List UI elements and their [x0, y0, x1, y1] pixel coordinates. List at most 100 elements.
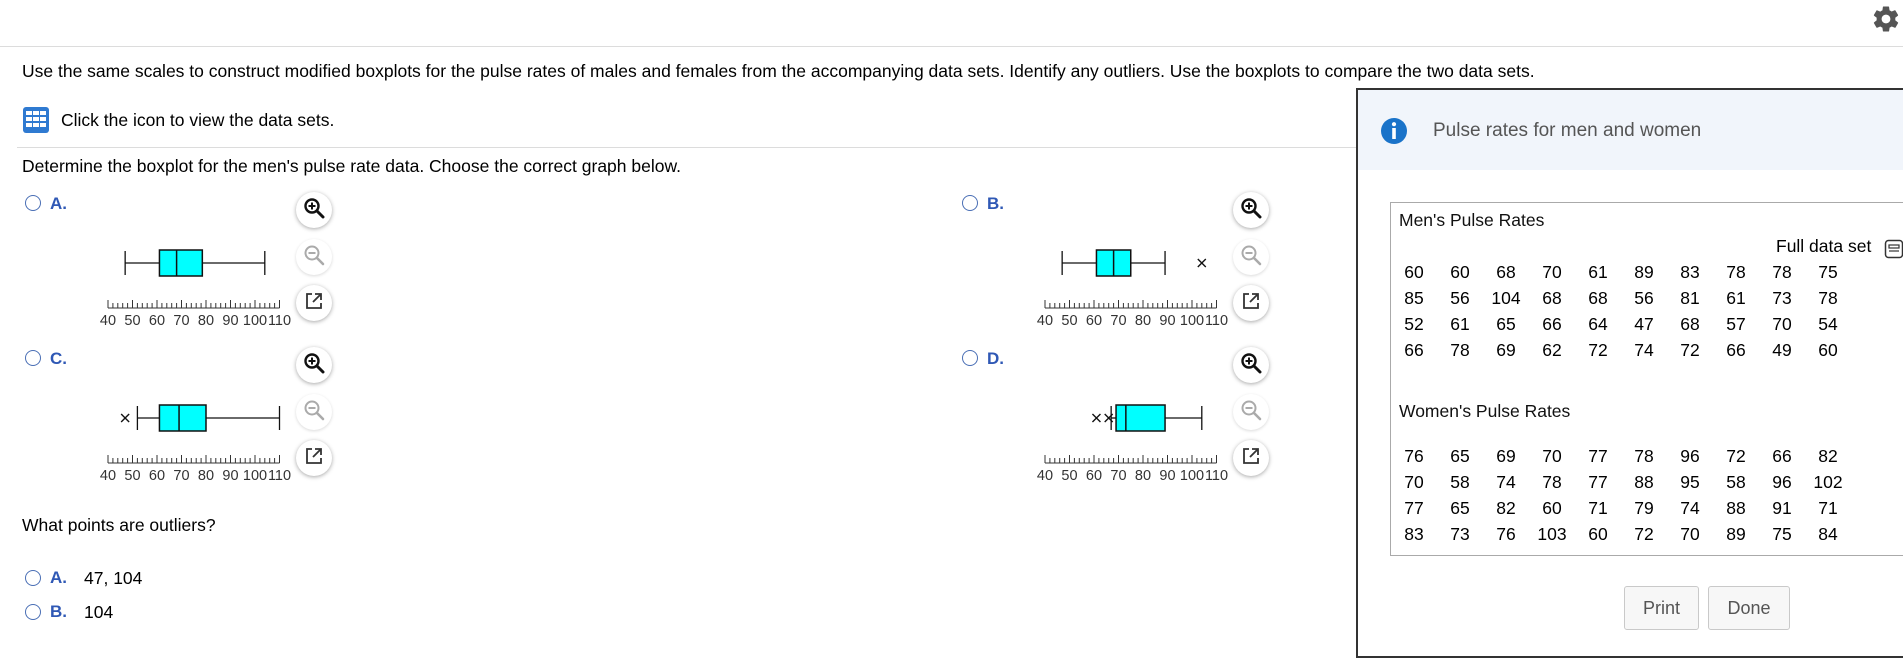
data-cell: 72 [1680, 340, 1700, 360]
info-icon [1381, 118, 1407, 144]
option-a-popout-button[interactable] [296, 285, 332, 321]
data-popup: Pulse rates for men and women Men's Puls… [1356, 88, 1903, 658]
option-c-popout-button[interactable] [296, 440, 332, 476]
answer-a-radio[interactable] [25, 570, 41, 586]
men-table-title: Men's Pulse Rates [1399, 210, 1545, 230]
boxplot-box [158, 404, 207, 432]
option-a-label[interactable]: A. [50, 194, 67, 214]
data-cell: 56 [1450, 288, 1470, 308]
data-cell: 61 [1588, 262, 1608, 282]
option-a-radio[interactable] [25, 195, 41, 211]
tick-label: 50 [124, 313, 140, 329]
data-cell: 65 [1450, 446, 1470, 466]
data-cell: 47 [1634, 314, 1654, 334]
zoom-out-icon [304, 245, 325, 265]
data-cell: 81 [1680, 288, 1700, 308]
option-d-popout-button[interactable] [1233, 440, 1269, 476]
tick-label: 80 [198, 468, 214, 484]
tick-label: 100 [243, 468, 267, 484]
data-cell: 64 [1588, 314, 1608, 334]
data-link-line: Click the icon to view the data sets. [22, 106, 334, 134]
tick-label: 50 [1061, 313, 1077, 329]
answer-b-value[interactable]: 104 [84, 602, 113, 623]
women-data-row: 77 65 82 60 71 79 74 88 91 71 [1391, 498, 1851, 519]
option-c-zoom-in-button[interactable] [296, 347, 332, 383]
data-link-text[interactable]: Click the icon to view the data sets. [61, 110, 334, 131]
gear-icon[interactable] [1871, 4, 1901, 34]
popout-icon [306, 447, 322, 464]
data-table-icon[interactable] [22, 106, 50, 134]
option-a-zoom-out-button[interactable] [296, 239, 332, 275]
data-cell: 83 [1404, 524, 1424, 544]
option-a-zoom-in-button[interactable] [296, 192, 332, 228]
option-d-label[interactable]: D. [987, 349, 1004, 369]
women-data-row: 76 65 69 70 77 78 96 72 66 82 [1391, 446, 1851, 467]
option-d-zoom-out-button[interactable] [1233, 394, 1269, 430]
tick-label: 70 [1110, 313, 1126, 329]
data-cell: 82 [1496, 498, 1516, 518]
data-cell: 70 [1542, 446, 1562, 466]
popup-header: Pulse rates for men and women [1358, 90, 1903, 170]
tick-label: 90 [222, 468, 238, 484]
data-cell: 73 [1772, 288, 1792, 308]
option-b-zoom-in-button[interactable] [1233, 192, 1269, 228]
outlier-marker [1197, 258, 1207, 268]
done-button[interactable]: Done [1708, 586, 1790, 630]
data-cell: 78 [1818, 288, 1838, 308]
men-data-row: 60 60 68 70 61 89 83 78 78 75 [1391, 262, 1851, 283]
data-cell: 56 [1634, 288, 1654, 308]
option-c-label[interactable]: C. [50, 349, 67, 369]
answer-a-label[interactable]: A. [50, 568, 67, 588]
option-d-radio[interactable] [962, 350, 978, 366]
data-cell: 52 [1404, 314, 1424, 334]
data-cell: 70 [1542, 262, 1562, 282]
tick-label: 90 [1159, 313, 1175, 329]
option-c-zoom-out-button[interactable] [296, 394, 332, 430]
outlier-question: What points are outliers? [22, 515, 216, 535]
answer-b-radio[interactable] [25, 604, 41, 620]
top-bar [0, 0, 1903, 47]
data-cell: 60 [1404, 262, 1424, 282]
data-cell: 84 [1818, 524, 1838, 544]
data-cell: 68 [1542, 288, 1562, 308]
data-cell: 73 [1450, 524, 1470, 544]
zoom-in-icon [1241, 352, 1262, 373]
option-b-zoom-out-button[interactable] [1233, 239, 1269, 275]
print-button[interactable]: Print [1624, 586, 1699, 630]
data-cell: 78 [1450, 340, 1470, 360]
data-cell: 66 [1542, 314, 1562, 334]
data-cell: 60 [1542, 498, 1562, 518]
option-b-label[interactable]: B. [987, 194, 1004, 214]
tick-label: 80 [1135, 313, 1151, 329]
option-c-radio[interactable] [25, 350, 41, 366]
answer-a-value[interactable]: 47, 104 [84, 568, 142, 589]
question-text: Determine the boxplot for the men's puls… [22, 156, 681, 176]
full-data-set-icon[interactable] [1884, 239, 1903, 259]
tick-label: 100 [243, 313, 267, 329]
boxplot-box [1115, 404, 1166, 432]
option-d-boxplot: 40 50 60 70 80 90 100 110 [1037, 404, 1228, 484]
data-cell: 104 [1491, 288, 1521, 308]
data-cell: 72 [1726, 446, 1746, 466]
full-data-set-link[interactable]: Full data set [1776, 236, 1871, 257]
tick-label: 40 [1037, 468, 1053, 484]
data-cell: 58 [1726, 472, 1746, 492]
tick-label: 50 [124, 468, 140, 484]
outlier-marker [1091, 413, 1101, 423]
option-b-popout-button[interactable] [1233, 285, 1269, 321]
popout-icon [1243, 447, 1259, 464]
data-cell: 58 [1450, 472, 1470, 492]
data-cell: 82 [1818, 446, 1838, 466]
data-cell: 74 [1634, 340, 1654, 360]
tick-label: 50 [1061, 468, 1077, 484]
problem-prompt: Use the same scales to construct modifie… [22, 61, 1535, 81]
option-d-zoom-in-button[interactable] [1233, 347, 1269, 383]
data-cell: 72 [1588, 340, 1608, 360]
data-cell: 54 [1818, 314, 1838, 334]
data-cell: 76 [1404, 446, 1424, 466]
data-cell: 76 [1496, 524, 1516, 544]
popup-title: Pulse rates for men and women [1433, 120, 1702, 141]
answer-b-label[interactable]: B. [50, 602, 67, 622]
option-b-radio[interactable] [962, 195, 978, 211]
tick-label: 110 [1205, 313, 1228, 329]
